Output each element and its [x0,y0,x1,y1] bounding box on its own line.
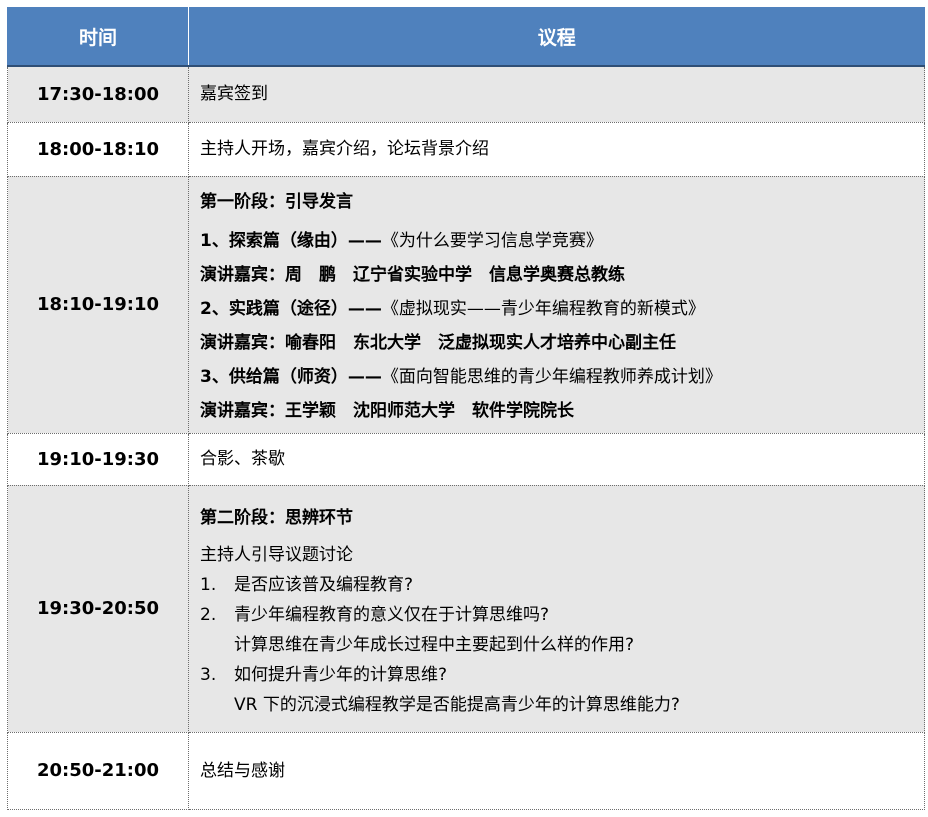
row-agenda: 嘉宾签到 [188,65,925,123]
agenda-text: 总结与感谢 [200,760,285,781]
question-subtext: 计算思维在青少年成长过程中主要起到什么样的作用? [234,634,635,655]
table-header-row: 时间 议程 [7,7,925,67]
question-number: 1. [200,574,217,595]
row-agenda: 总结与感谢 [188,731,925,810]
table-row: 17:30-18:00 嘉宾签到 [7,65,925,123]
header-time: 时间 [7,7,189,67]
row-agenda: 第二阶段：思辨环节 主持人引导议题讨论 1. 是否应该普及编程教育? 2. 青少年编… [188,484,925,733]
talk-title: 3、供给篇（师资）—— [200,366,382,387]
table-row: 19:10-19:30 合影、茶歇 [7,432,925,486]
agenda-text: 合影、茶歇 [200,449,285,469]
row-time: 19:30-20:50 [7,484,189,733]
talk-topic: 《面向智能思维的青少年编程教师养成计划》 [381,366,722,387]
talk-topic: 《为什么要学习信息学竞赛》 [381,230,603,251]
table-row: 18:10-19:10 第一阶段：引导发言 1、探索篇（缘由）——《为什么要学习… [7,175,925,434]
row-agenda: 第一阶段：引导发言 1、探索篇（缘由）——《为什么要学习信息学竞赛》 演讲嘉宾：… [188,175,925,434]
row-time: 17:30-18:00 [7,65,189,123]
question-text: 青少年编程教育的意义仅在于计算思维吗? [234,604,550,625]
talk-title: 1、探索篇（缘由）—— [200,230,382,251]
row-agenda: 合影、茶歇 [188,432,925,486]
question-number: 2. [200,604,217,625]
question-text: 是否应该普及编程教育? [234,574,414,595]
speaker-line: 演讲嘉宾：王学颖 沈阳师范大学 软件学院院长 [200,400,574,421]
stage-title: 第一阶段：引导发言 [200,191,353,212]
stage-title: 第二阶段：思辨环节 [200,507,353,528]
discussion-intro: 主持人引导议题讨论 [200,544,353,565]
talk-title: 2、实践篇（途径）—— [200,298,382,319]
agenda-text: 主持人开场，嘉宾介绍，论坛背景介绍 [200,139,489,159]
table-row: 18:00-18:10 主持人开场，嘉宾介绍，论坛背景介绍 [7,121,925,177]
row-time: 20:50-21:00 [7,731,189,810]
speaker-line: 演讲嘉宾：喻春阳 东北大学 泛虚拟现实人才培养中心副主任 [200,332,676,353]
talk-line: 1、探索篇（缘由）——《为什么要学习信息学竞赛》 [200,224,924,258]
speaker-line: 演讲嘉宾：周 鹏 辽宁省实验中学 信息学奥赛总教练 [200,264,625,285]
row-time: 18:00-18:10 [7,121,189,177]
question-item: 1. 是否应该普及编程教育? [200,570,924,600]
talk-line: 2、实践篇（途径）——《虚拟现实——青少年编程教育的新模式》 [200,292,924,326]
question-text: 如何提升青少年的计算思维? [234,664,448,685]
table-row: 19:30-20:50 第二阶段：思辨环节 主持人引导议题讨论 1. 是否应该普及… [7,484,925,733]
header-agenda: 议程 [188,7,925,67]
talk-line: 3、供给篇（师资）——《面向智能思维的青少年编程教师养成计划》 [200,360,924,394]
talk-topic: 《虚拟现实——青少年编程教育的新模式》 [381,298,705,319]
question-number: 3. [200,664,217,685]
row-agenda: 主持人开场，嘉宾介绍，论坛背景介绍 [188,121,925,177]
row-time: 18:10-19:10 [7,175,189,434]
row-time: 19:10-19:30 [7,432,189,486]
agenda-table: 时间 议程 17:30-18:00 嘉宾签到 18:00-18:10 主持人开场… [7,7,925,810]
table-row: 20:50-21:00 总结与感谢 [7,731,925,810]
question-item: 2. 青少年编程教育的意义仅在于计算思维吗? [200,600,924,630]
question-subtext: VR 下的沉浸式编程教学是否能提高青少年的计算思维能力? [234,694,680,715]
agenda-text: 嘉宾签到 [200,84,268,105]
question-item: 3. 如何提升青少年的计算思维? [200,660,924,690]
